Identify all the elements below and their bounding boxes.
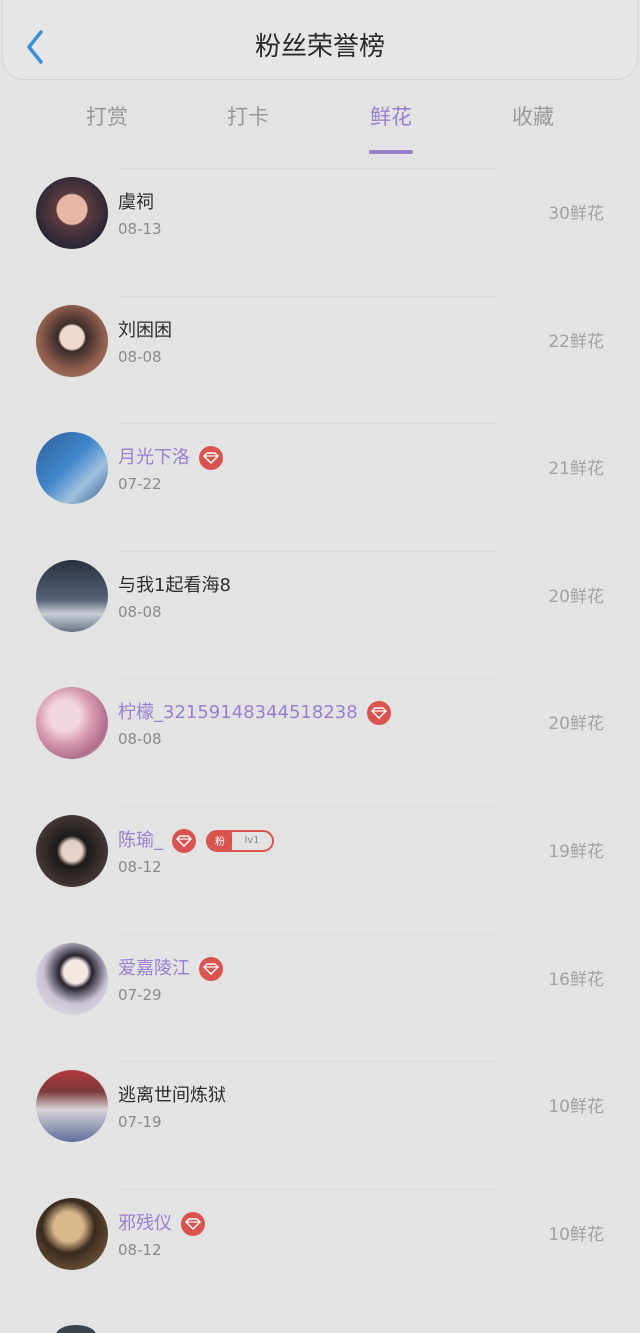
avatar[interactable] [56,1325,96,1333]
divider [120,550,500,552]
avatar[interactable] [36,432,108,505]
flower-count: 10鲜花 [548,1097,604,1118]
list-item[interactable]: 爱嘉陵江 07-29 16鲜花 [0,926,640,1054]
flower-count: 10鲜花 [548,1224,604,1245]
fan-date: 08-12 [118,1240,162,1259]
fan-name[interactable]: 爱嘉陵江 [118,956,190,982]
name-line: 虞祠 [118,188,154,218]
fan-badge-label: 粉 [208,831,232,850]
tab-bar: 打赏 打卡 鲜花 收藏 [0,92,640,154]
divider [120,423,500,425]
divider [120,805,500,807]
fan-date: 07-22 [118,475,162,494]
fan-name[interactable]: 陈瑜_ [118,828,163,854]
fan-name[interactable]: 逃离世间炼狱 [118,1083,226,1109]
avatar[interactable] [36,814,108,887]
fan-list: 虞祠 08-13 30鲜花 刘困困 08-08 22鲜花 月光下洛 07-22 [0,160,640,1308]
avatar[interactable] [36,177,108,249]
tab-flowers[interactable]: 鲜花 [321,102,461,154]
list-item[interactable]: 逃离世间炼狱 07-19 10鲜花 [0,1053,640,1181]
name-line: 刘困困 [118,316,172,346]
vip-diamond-icon [199,446,223,471]
divider [120,933,500,935]
flower-count: 20鲜花 [548,714,604,735]
vip-diamond-icon [366,701,391,726]
name-line: 月光下洛 [118,443,223,473]
flower-count: 22鲜花 [548,331,604,352]
vip-diamond-icon [181,1211,205,1236]
divider [120,295,500,297]
page-title: 粉丝荣誉榜 [254,32,385,62]
avatar[interactable] [36,1070,108,1143]
flower-count: 21鲜花 [548,459,604,480]
name-line: 陈瑜_ 粉 lv1 [118,826,274,856]
fan-name[interactable]: 柠檬_32159148344518238 [118,700,358,726]
top-bar: 粉丝荣誉榜 [2,0,638,80]
fan-name[interactable]: 月光下洛 [118,445,190,471]
fan-name[interactable]: 刘困困 [118,318,172,344]
fan-name[interactable]: 与我1起看海8 [118,573,231,599]
list-item[interactable]: 柠檬_32159148344518238 08-08 20鲜花 [0,670,640,798]
tab-checkin[interactable]: 打卡 [178,102,318,132]
fan-name[interactable]: 邪残仪 [118,1211,172,1237]
list-item[interactable]: 虞祠 08-13 30鲜花 [0,160,640,288]
list-item[interactable]: 陈瑜_ 粉 lv1 08-12 19鲜花 [0,798,640,926]
fan-badge-level: lv1 [244,835,260,847]
flower-count: 20鲜花 [548,586,604,607]
fan-name[interactable]: 虞祠 [118,190,154,216]
list-item[interactable]: 邪残仪 08-12 10鲜花 [0,1181,640,1309]
avatar[interactable] [36,1197,108,1270]
avatar[interactable] [36,942,108,1015]
fan-date: 08-13 [118,220,162,238]
fan-date: 07-29 [118,985,162,1004]
divider [120,1061,500,1063]
fan-date: 08-08 [118,730,162,749]
tab-favorites[interactable]: 收藏 [463,102,603,132]
name-line: 爱嘉陵江 [118,954,223,984]
fan-date: 08-08 [118,602,162,621]
active-tab-indicator [369,150,413,154]
name-line: 逃离世间炼狱 [118,1081,226,1111]
avatar[interactable] [36,559,108,632]
list-item[interactable]: 与我1起看海8 08-08 20鲜花 [0,543,640,671]
name-line: 邪残仪 [118,1209,205,1239]
fan-date: 07-19 [118,1113,162,1132]
name-line: 柠檬_32159148344518238 [118,698,391,728]
fan-date: 08-12 [118,857,162,876]
fan-level-badge: 粉 lv1 [206,829,274,852]
vip-diamond-icon [199,956,223,981]
list-item[interactable]: 刘困困 08-08 22鲜花 [0,288,640,416]
flower-count: 19鲜花 [548,841,604,862]
vip-diamond-icon [172,828,196,853]
fan-date: 08-08 [118,347,162,366]
divider [120,168,500,169]
tab-reward[interactable]: 打赏 [37,102,177,132]
fan-honor-page: 粉丝荣誉榜 打赏 打卡 鲜花 收藏 虞祠 08-13 30鲜花 刘困困 08-0… [0,0,640,1333]
flower-count: 30鲜花 [548,204,604,224]
list-item[interactable]: 月光下洛 07-22 21鲜花 [0,415,640,543]
tab-flowers-label: 鲜花 [370,105,412,129]
divider [120,678,500,680]
flower-count: 16鲜花 [548,969,604,990]
divider [120,1188,500,1190]
avatar[interactable] [36,304,108,377]
avatar[interactable] [36,687,108,760]
name-line: 与我1起看海8 [118,571,231,601]
